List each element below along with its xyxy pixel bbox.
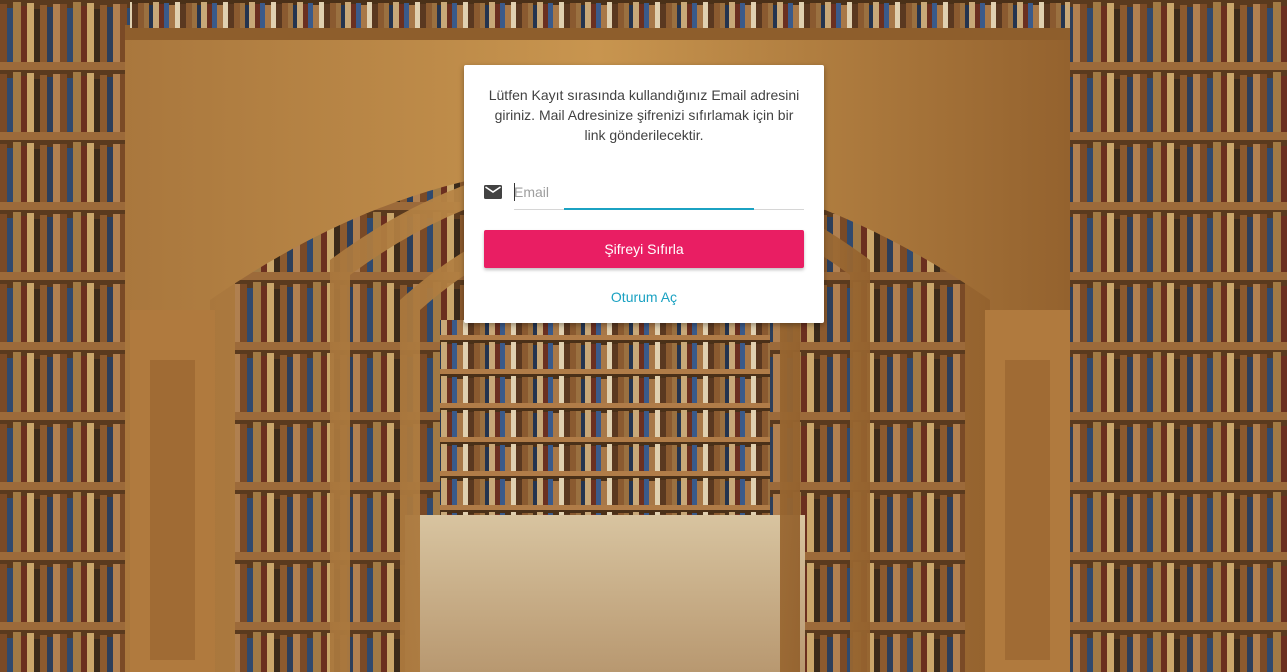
email-input[interactable] xyxy=(514,175,804,209)
reset-instructions-text: Lütfen Kayıt sırasında kullandığınız Ema… xyxy=(488,87,800,143)
reset-password-button[interactable]: Şifreyi Sıfırla xyxy=(484,230,804,268)
login-link[interactable]: Oturum Aç xyxy=(484,289,804,305)
text-caret xyxy=(514,183,515,201)
email-input-focus-underline xyxy=(564,208,754,210)
mail-icon xyxy=(484,185,502,199)
password-reset-card: Lütfen Kayıt sırasında kullandığınız Ema… xyxy=(464,65,824,323)
email-field-group xyxy=(484,175,804,211)
